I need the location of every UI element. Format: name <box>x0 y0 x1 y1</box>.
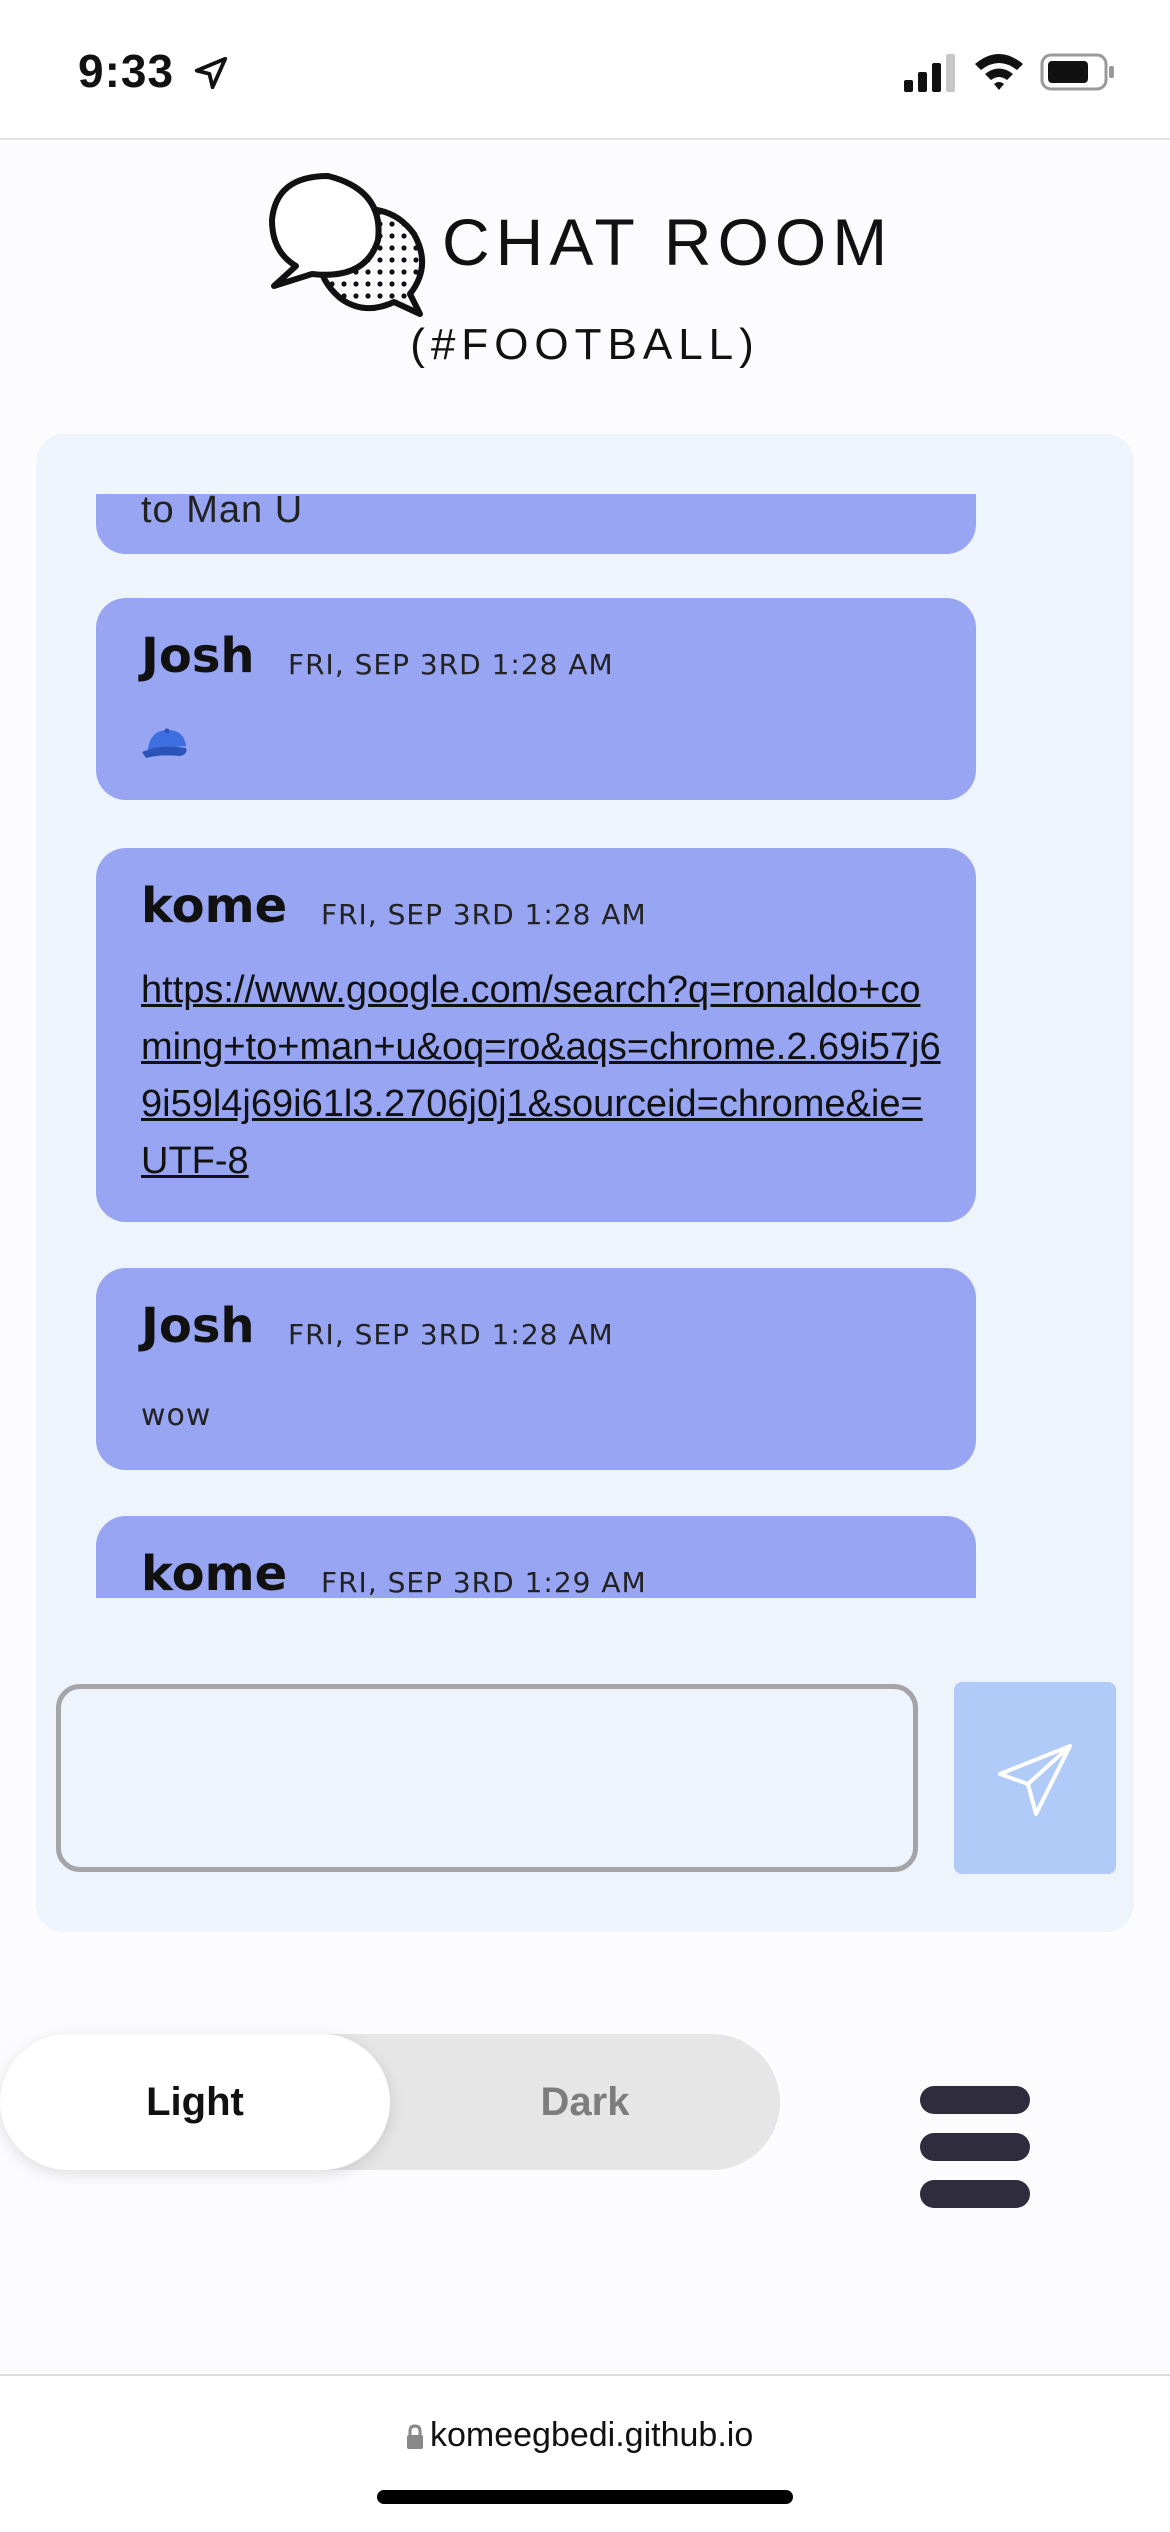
message-bubble: Josh FRI, SEP 3RD 1:28 AM wow <box>96 1268 976 1470</box>
message-bubble: kome FRI, SEP 3RD 1:29 AM <box>96 1516 976 1598</box>
status-bar: 9:33 <box>0 0 1170 140</box>
menu-bar <box>920 2180 1030 2208</box>
menu-bar <box>920 2086 1030 2114</box>
message-author: kome <box>141 1546 288 1598</box>
message-input[interactable] <box>56 1684 918 1872</box>
theme-option-light[interactable]: Light <box>0 2034 390 2170</box>
message-bubble: Josh FRI, SEP 3RD 1:28 AM <box>96 598 976 800</box>
app-header: CHAT ROOM (#FOOTBALL) <box>0 142 1170 422</box>
message-text: wow <box>141 1398 212 1433</box>
home-indicator[interactable] <box>377 2490 793 2504</box>
theme-option-dark[interactable]: Dark <box>390 2034 780 2170</box>
page-title: CHAT ROOM <box>442 205 894 279</box>
paper-plane-icon <box>998 1744 1072 1816</box>
wifi-icon <box>975 54 1023 90</box>
url-text[interactable]: komeegbedi.github.io <box>430 2416 753 2455</box>
channel-name: (#FOOTBALL) <box>410 320 760 369</box>
message-author: kome <box>141 878 288 934</box>
hamburger-menu-icon[interactable] <box>920 2080 1030 2214</box>
send-button[interactable] <box>954 1682 1116 1874</box>
speech-bubbles-icon <box>269 173 426 317</box>
message-timestamp: FRI, SEP 3RD 1:28 AM <box>321 898 647 931</box>
location-arrow-icon <box>194 56 228 90</box>
message-timestamp: FRI, SEP 3RD 1:28 AM <box>288 1318 614 1351</box>
battery-icon <box>1040 53 1114 91</box>
baseball-cap-icon <box>142 728 187 758</box>
message-text: to Man U <box>141 494 304 531</box>
browser-address-bar[interactable]: komeegbedi.github.io <box>0 2374 1170 2532</box>
message-bubble: kome FRI, SEP 3RD 1:28 AM https://www.go… <box>96 848 976 1222</box>
message-bubble: to Man U <box>96 494 976 554</box>
lock-icon <box>407 2424 423 2449</box>
menu-bar <box>920 2133 1030 2161</box>
message-author: Josh <box>141 1298 255 1354</box>
message-list[interactable]: to Man U Josh FRI, SEP 3RD 1:28 AM kome … <box>96 494 976 1598</box>
theme-toggle[interactable]: Light Dark <box>0 2034 780 2170</box>
message-timestamp: FRI, SEP 3RD 1:29 AM <box>321 1566 647 1598</box>
message-timestamp: FRI, SEP 3RD 1:28 AM <box>288 648 614 681</box>
status-time: 9:33 <box>78 45 175 97</box>
message-link[interactable]: https://www.google.com/search?q=ronaldo+… <box>141 962 941 1190</box>
cellular-signal-icon <box>904 54 955 92</box>
message-author: Josh <box>141 628 255 684</box>
